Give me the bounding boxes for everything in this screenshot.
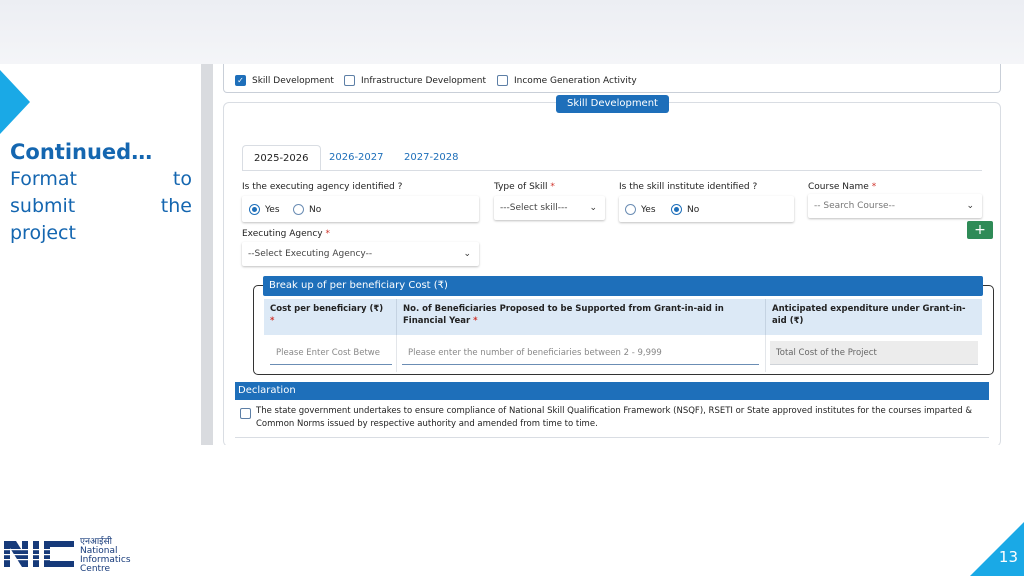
add-course-button[interactable]: + — [967, 221, 993, 239]
executing-agency-label: Executing Agency * — [242, 229, 330, 239]
check-icon: ✓ — [235, 75, 246, 86]
page-number: 13 — [998, 548, 1018, 566]
checkbox-skill-development[interactable]: ✓ Skill Development — [235, 75, 334, 86]
caption-line-1: Format to — [10, 168, 192, 190]
cost-per-beneficiary-input[interactable]: Please Enter Cost Betwe — [270, 341, 392, 365]
checkbox-label: Income Generation Activity — [514, 75, 637, 86]
course-name-label: Course Name * — [808, 182, 877, 192]
section-title: Skill Development — [556, 95, 669, 113]
nic-logo-text: एनआईसी National Informatics Centre — [80, 538, 131, 574]
checkbox-empty-icon — [344, 75, 355, 86]
header-number-of-beneficiaries: No. of Beneficiaries Proposed to be Supp… — [397, 299, 766, 335]
activity-checkbox-bar: ✓ Skill Development Infrastructure Devel… — [223, 64, 1001, 93]
slide: Continued… Format to submit the project … — [0, 0, 1024, 576]
radio-label: No — [309, 204, 322, 215]
beneficiaries-input[interactable]: Please enter the number of beneficiaries… — [402, 341, 759, 365]
form-screenshot: ✓ Skill Development Infrastructure Devel… — [201, 64, 1008, 445]
executing-agency-select[interactable]: --Select Executing Agency-- ⌄ — [242, 242, 479, 266]
radio-institute-yes[interactable]: Yes — [625, 204, 656, 215]
radio-label: Yes — [641, 204, 656, 215]
chevron-down-icon: ⌄ — [463, 249, 471, 259]
agency-identified-radio-group: Yes No — [242, 196, 479, 222]
declaration-body: The state government undertakes to ensur… — [235, 400, 989, 438]
header-anticipated-expenditure: Anticipated expenditure under Grant-in-a… — [766, 299, 982, 335]
chevron-down-icon: ⌄ — [589, 203, 597, 213]
select-value: --Select Executing Agency-- — [248, 249, 373, 259]
institute-identified-radio-group: Yes No — [619, 196, 794, 222]
cell-cost: Please Enter Cost Betwe — [264, 335, 397, 372]
logo-line-3: Centre — [80, 564, 111, 574]
breakup-table: Cost per beneficiary (₹) * No. of Benefi… — [264, 299, 982, 372]
checkbox-income-generation[interactable]: Income Generation Activity — [497, 75, 637, 86]
checkbox-label: Skill Development — [252, 75, 334, 86]
type-of-skill-select[interactable]: ---Select skill--- ⌄ — [494, 196, 605, 220]
declaration-title: Declaration — [235, 382, 989, 400]
total-cost-input: Total Cost of the Project — [770, 341, 978, 365]
tab-2026-2027[interactable]: 2026-2027 — [329, 145, 384, 171]
checkbox-label: Infrastructure Development — [361, 75, 487, 86]
institute-identified-label: Is the skill institute identified ? — [619, 182, 758, 192]
tab-2025-2026[interactable]: 2025-2026 — [242, 145, 321, 171]
radio-unselected-icon — [293, 204, 304, 215]
top-band — [0, 0, 1024, 64]
tab-divider — [242, 170, 982, 171]
form-canvas: ✓ Skill Development Infrastructure Devel… — [213, 64, 1008, 445]
radio-label: No — [687, 204, 700, 215]
arrow-decoration — [0, 70, 30, 134]
search-placeholder: -- Search Course-- — [814, 201, 896, 211]
breakup-title: Break up of per beneficiary Cost (₹) — [263, 276, 983, 296]
declaration-checkbox[interactable] — [240, 408, 251, 419]
radio-selected-icon — [671, 204, 682, 215]
radio-selected-icon — [249, 204, 260, 215]
cell-total-cost: Total Cost of the Project — [766, 335, 982, 372]
type-of-skill-label: Type of Skill * — [494, 182, 555, 192]
radio-agency-yes[interactable]: Yes — [249, 204, 280, 215]
radio-institute-no[interactable]: No — [671, 204, 699, 215]
checkbox-infrastructure-development[interactable]: Infrastructure Development — [344, 75, 486, 86]
cell-beneficiaries: Please enter the number of beneficiaries… — [397, 335, 766, 372]
radio-label: Yes — [265, 204, 280, 215]
continued-heading: Continued… — [10, 140, 153, 164]
declaration-text: The state government undertakes to ensur… — [256, 406, 972, 429]
agency-identified-label: Is the executing agency identified ? — [242, 182, 403, 192]
left-gutter — [201, 64, 213, 445]
caption-line-2: submit the — [10, 195, 192, 217]
course-name-search[interactable]: -- Search Course-- ⌄ — [808, 194, 982, 218]
slide-caption: Continued… Format to submit the project — [10, 140, 192, 247]
checkbox-empty-icon — [497, 75, 508, 86]
caption-line-3: project — [10, 222, 76, 244]
chevron-down-icon: ⌄ — [966, 201, 974, 211]
select-value: ---Select skill--- — [500, 203, 568, 213]
header-cost-per-beneficiary: Cost per beneficiary (₹) * — [264, 299, 397, 335]
radio-agency-no[interactable]: No — [293, 204, 321, 215]
radio-unselected-icon — [625, 204, 636, 215]
tab-2027-2028[interactable]: 2027-2028 — [404, 145, 459, 171]
